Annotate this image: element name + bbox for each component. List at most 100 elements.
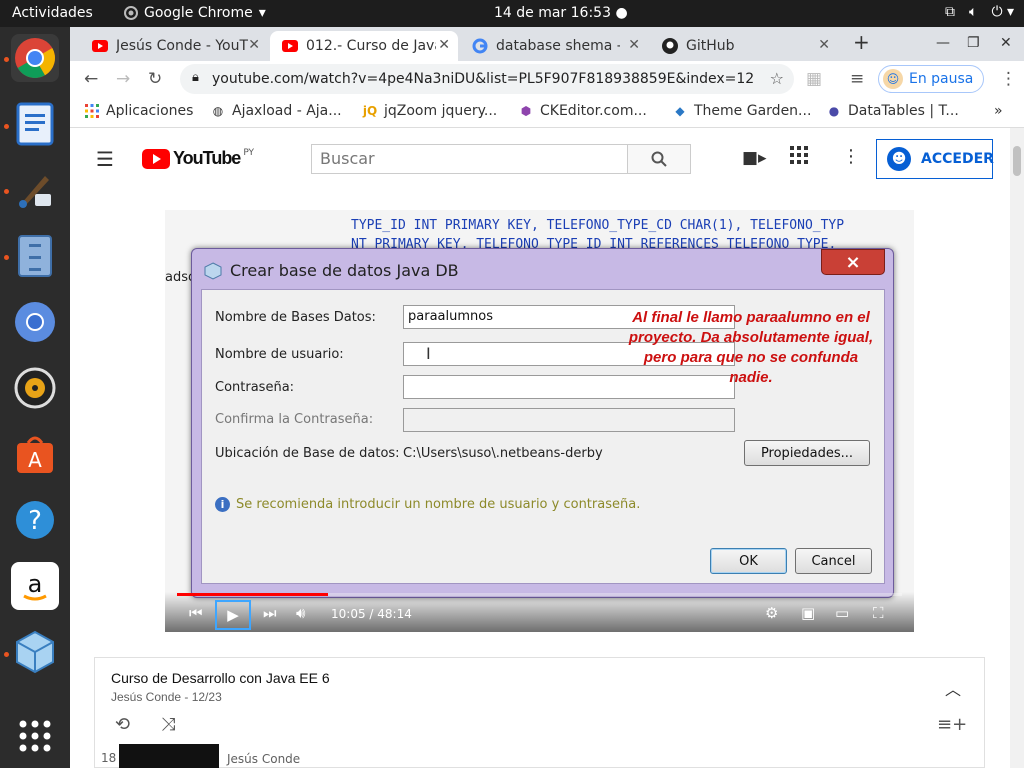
bookmark-theme-garden[interactable]: ◆ Theme Garden... — [672, 103, 811, 119]
next-icon[interactable]: ⏭ — [263, 604, 277, 622]
running-indicator — [4, 255, 9, 260]
dock-files-icon[interactable] — [11, 232, 59, 280]
tab-jesus-conde[interactable]: Jesús Conde - YouT ✕ — [80, 31, 268, 61]
clock[interactable]: 14 de mar 16:53 ● — [494, 5, 628, 21]
previous-icon[interactable]: ⏮ — [189, 604, 203, 622]
jq-icon: jQ — [362, 104, 378, 118]
fullscreen-icon[interactable]: ⛶ — [873, 604, 884, 622]
extension-icon[interactable]: ▦ — [806, 69, 822, 89]
volume-icon: 🔈︎ — [969, 4, 978, 20]
dock-help-icon[interactable]: ? — [11, 496, 59, 544]
dock-chrome-icon[interactable] — [11, 34, 59, 82]
annotation-overlay: Al final le llamo paraalumno en el proye… — [628, 309, 874, 386]
settings-dots-icon[interactable]: ⋮ — [842, 146, 860, 167]
bookmark-datatables[interactable]: ● DataTables | T... — [826, 103, 959, 119]
loop-icon[interactable]: ⟲ — [115, 714, 130, 735]
datatables-icon: ● — [828, 104, 840, 118]
dock-paint-icon[interactable] — [11, 166, 59, 214]
add-to-playlist-icon[interactable]: ≡+ — [937, 714, 967, 735]
search-icon — [651, 151, 667, 167]
play-button[interactable]: ▶ — [215, 600, 251, 630]
reload-button[interactable]: ↻ — [148, 69, 162, 89]
settings-gear-icon[interactable]: ⚙ — [765, 604, 778, 622]
more-bookmarks-button[interactable]: » — [994, 103, 1003, 119]
close-icon[interactable]: ✕ — [248, 37, 260, 53]
notification-dot-icon: ● — [615, 5, 628, 21]
info-icon: i — [215, 497, 230, 512]
close-icon[interactable]: ✕ — [628, 37, 640, 53]
back-button[interactable]: ← — [84, 69, 98, 89]
forward-button[interactable]: → — [116, 69, 130, 89]
tab-strip: Jesús Conde - YouT ✕ 012.- Curso de Java… — [70, 27, 1024, 61]
minimize-button[interactable]: — — [936, 35, 950, 51]
tab-curso-java[interactable]: 012.- Curso de Java ✕ — [270, 31, 458, 61]
system-tray[interactable]: ⧉ 🔈︎ ⏻ ▾ — [945, 4, 1014, 20]
close-icon[interactable]: ✕ — [818, 37, 830, 53]
password-label: Contraseña: — [215, 380, 295, 395]
dialog-title: Crear base de datos Java DB — [230, 261, 459, 280]
playlist-title[interactable]: Curso de Desarrollo con Java EE 6 — [111, 670, 330, 686]
youtube-logo[interactable]: YouTube PY — [142, 148, 254, 169]
bookmark-apps[interactable]: Aplicaciones — [84, 103, 193, 119]
volume-icon[interactable]: 🔊︎ — [296, 604, 305, 622]
miniplayer-icon[interactable]: ▣ — [801, 604, 815, 622]
apps-icon — [84, 103, 100, 119]
address-bar[interactable]: 🔒︎ youtube.com/watch?v=4pe4Na3niDU&list=… — [180, 64, 794, 94]
tab-github[interactable]: GitHub ✕ — [650, 31, 838, 61]
bookmark-star-icon[interactable]: ☆ — [770, 69, 784, 88]
youtube-icon — [282, 38, 298, 54]
network-icon: ⧉ — [945, 4, 956, 20]
dialog-close-button[interactable]: × — [821, 249, 885, 275]
dock-software-icon[interactable]: A — [11, 430, 59, 478]
progress-bar[interactable] — [177, 593, 902, 596]
bookmark-ajaxload[interactable]: ◍ Ajaxload - Aja... — [210, 103, 342, 119]
properties-button[interactable]: Propiedades... — [744, 440, 870, 466]
lock-icon: 🔒︎ — [192, 70, 199, 85]
dock-virtualbox-icon[interactable] — [11, 628, 59, 676]
account-icon: ☻ — [887, 147, 911, 171]
search-button[interactable] — [627, 144, 691, 174]
theater-mode-icon[interactable]: ▭ — [835, 604, 849, 622]
show-applications-icon[interactable] — [11, 712, 59, 760]
bookmark-ckeditor[interactable]: ⬢ CKEditor.com... — [518, 103, 647, 119]
create-video-icon[interactable]: ■▸ — [742, 148, 767, 168]
database-icon — [204, 262, 222, 284]
hamburger-menu-icon[interactable]: ☰ — [96, 147, 114, 171]
maximize-button[interactable]: ❐ — [967, 35, 980, 51]
time-display: 10:05 / 48:14 — [331, 607, 412, 621]
menu-dots-icon[interactable]: ⋮ — [1000, 69, 1017, 89]
close-icon[interactable]: ✕ — [438, 37, 450, 53]
bookmark-jqzoom[interactable]: jQ jqZoom jquery... — [362, 103, 497, 119]
playlist-subtitle: Jesús Conde - 12/23 — [111, 690, 222, 704]
media-queue-icon[interactable]: ≡ — [850, 69, 864, 89]
search-input[interactable]: Buscar — [311, 144, 628, 174]
close-window-button[interactable]: ✕ — [1000, 35, 1012, 51]
dock: A ? a — [0, 27, 70, 768]
collapse-chevron-icon[interactable]: ︿ — [945, 676, 961, 700]
chevron-down-icon: ▾ — [258, 5, 266, 21]
theme-icon: ◆ — [675, 104, 685, 118]
playlist-item-thumbnail[interactable] — [119, 744, 219, 768]
svg-text:?: ? — [28, 506, 42, 536]
app-menu[interactable]: Google Chrome ▾ — [124, 5, 266, 21]
confirm-password-field — [403, 408, 735, 432]
tab-database-schema[interactable]: database shema - E ✕ — [460, 31, 648, 61]
activities-button[interactable]: Actividades — [12, 5, 93, 21]
cancel-button[interactable]: Cancel — [795, 548, 872, 574]
signin-button[interactable]: ☻ ACCEDER — [876, 139, 994, 179]
page-scrollbar[interactable] — [1010, 128, 1024, 768]
dock-rhythmbox-icon[interactable] — [11, 364, 59, 412]
dock-chromium-icon[interactable] — [11, 298, 59, 346]
profile-button[interactable]: ☺ En pausa — [878, 65, 984, 93]
playlist-panel: Curso de Desarrollo con Java EE 6 Jesús … — [94, 657, 985, 768]
youtube-header: ☰ YouTube PY Buscar ■▸ ⋮ ☻ ACCEDER — [70, 128, 1010, 188]
new-tab-button[interactable]: + — [853, 30, 870, 54]
dock-amazon-icon[interactable]: a — [11, 562, 59, 610]
avatar: ☺ — [883, 69, 903, 89]
video-player[interactable]: TYPE_ID INT PRIMARY KEY, TELEFONO_TYPE_C… — [165, 210, 914, 632]
ok-button[interactable]: OK — [710, 548, 787, 574]
running-indicator — [4, 652, 9, 657]
dock-document-viewer-icon[interactable] — [11, 100, 59, 148]
apps-grid-icon[interactable] — [790, 146, 808, 168]
shuffle-icon[interactable]: ⤨ — [161, 714, 175, 735]
